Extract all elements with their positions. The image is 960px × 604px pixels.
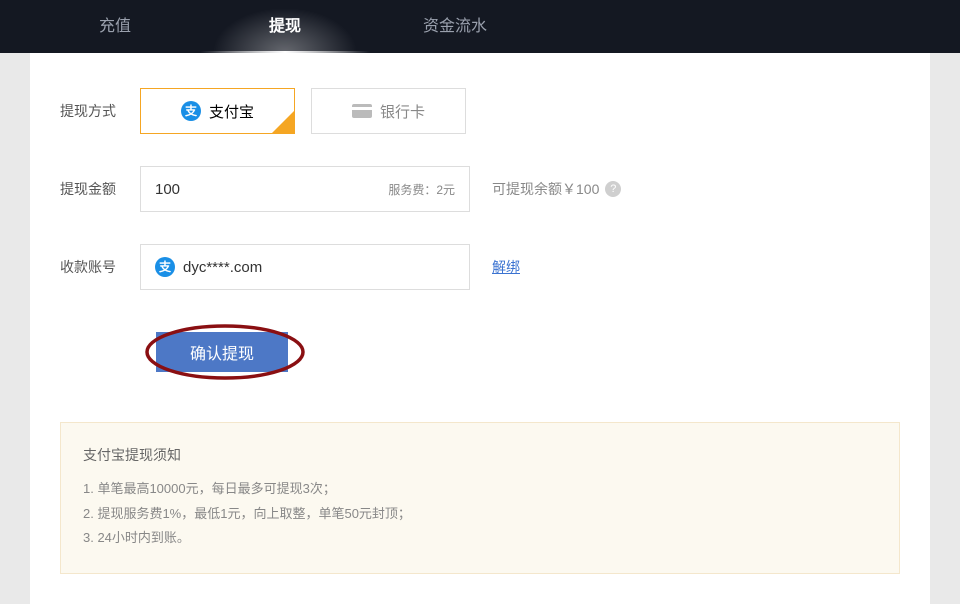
fee-text: 服务费：2元	[388, 181, 455, 198]
svg-text:支: 支	[184, 103, 198, 118]
bank-card-icon	[352, 104, 372, 118]
label-method: 提现方式	[60, 101, 140, 121]
label-account: 收款账号	[60, 257, 140, 277]
notice-list: 1. 单笔最高10000元，每日最多可提现3次； 2. 提现服务费1%，最低1元…	[83, 477, 877, 551]
amount-input[interactable]	[155, 181, 275, 198]
method-bank[interactable]: 银行卡	[311, 88, 466, 134]
notice-box: 支付宝提现须知 1. 单笔最高10000元，每日最多可提现3次； 2. 提现服务…	[60, 422, 900, 574]
alipay-icon: 支	[155, 257, 175, 277]
balance-info: 可提现余额￥100 ?	[492, 179, 621, 199]
account-box: 支 dyc****.com	[140, 244, 470, 290]
notice-item: 3. 24小时内到账。	[83, 526, 877, 551]
method-alipay-label: 支付宝	[209, 101, 254, 122]
row-method: 提现方式 支 支付宝 银行卡	[60, 88, 900, 134]
unbind-link[interactable]: 解绑	[492, 257, 520, 277]
notice-item: 1. 单笔最高10000元，每日最多可提现3次；	[83, 477, 877, 502]
amount-box: 服务费：2元	[140, 166, 470, 212]
account-text: dyc****.com	[183, 259, 262, 276]
method-bank-label: 银行卡	[380, 101, 425, 122]
tab-withdraw[interactable]: 提现	[200, 0, 370, 53]
tab-flow[interactable]: 资金流水	[370, 0, 540, 53]
label-amount: 提现金额	[60, 179, 140, 199]
withdraw-panel: 提现方式 支 支付宝 银行卡 提现金额 服务费：2元 可提现余额￥100 ? 收…	[30, 53, 930, 604]
confirm-withdraw-button[interactable]: 确认提现	[156, 332, 288, 372]
top-tabs: 充值 提现 资金流水	[0, 0, 960, 53]
tab-recharge[interactable]: 充值	[30, 0, 200, 53]
notice-title: 支付宝提现须知	[83, 445, 877, 465]
submit-wrap: 确认提现	[140, 322, 310, 382]
row-account: 收款账号 支 dyc****.com 解绑	[60, 244, 900, 290]
balance-text: 可提现余额￥100	[492, 179, 599, 199]
help-icon[interactable]: ?	[605, 181, 621, 197]
alipay-icon: 支	[181, 101, 201, 121]
row-amount: 提现金额 服务费：2元 可提现余额￥100 ?	[60, 166, 900, 212]
svg-text:支: 支	[158, 259, 172, 274]
method-alipay[interactable]: 支 支付宝	[140, 88, 295, 134]
